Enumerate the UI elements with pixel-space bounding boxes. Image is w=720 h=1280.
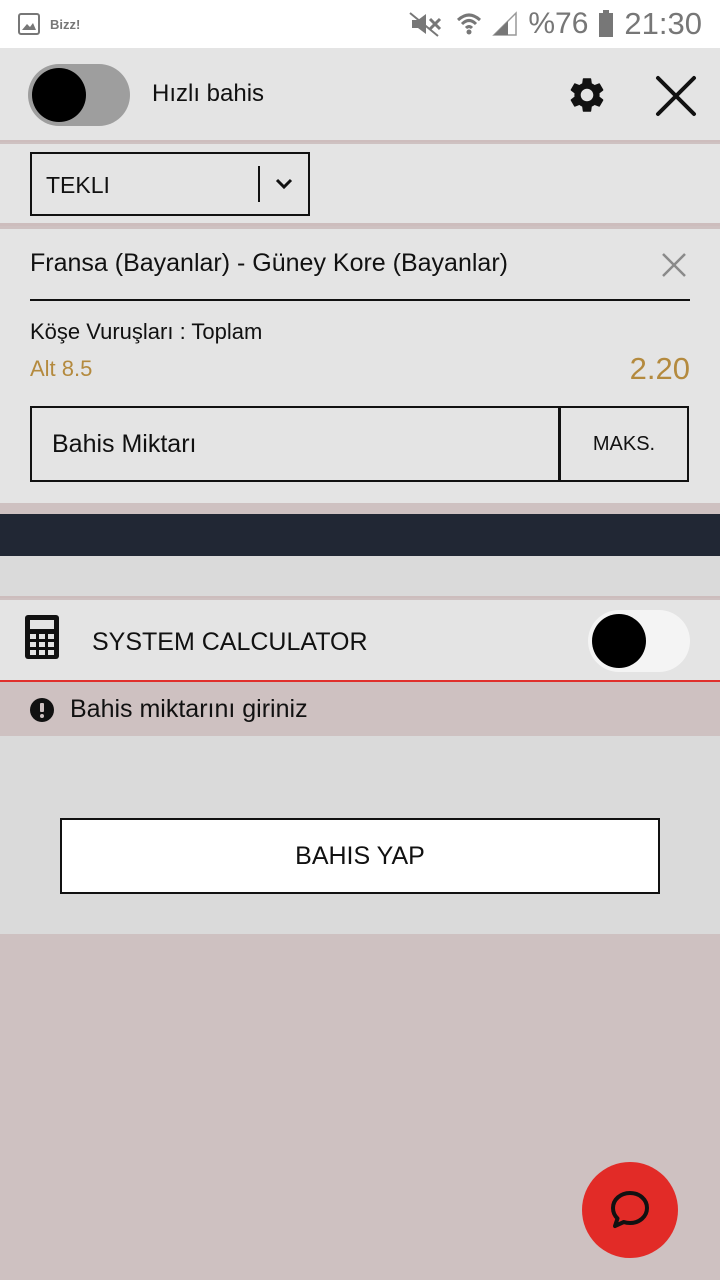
stake-input[interactable]	[30, 406, 560, 482]
place-bet-button[interactable]: BAHIS YAP	[60, 818, 660, 894]
system-calculator-label: SYSTEM CALCULATOR	[92, 628, 368, 656]
odds-value: 2.20	[629, 351, 690, 386]
bet-type-dropdown[interactable]: TEKLI	[30, 152, 310, 216]
status-right: %76 21:30	[408, 6, 702, 42]
status-left: Bizz!	[18, 13, 80, 35]
place-bet-area: BAHIS YAP	[0, 736, 720, 934]
status-app-name: Bizz!	[50, 16, 81, 32]
dropdown-separator	[258, 166, 260, 202]
wifi-icon	[457, 13, 482, 35]
quick-bet-toggle-knob	[32, 68, 86, 122]
market-name: Köşe Vuruşları : Toplam	[30, 319, 263, 344]
system-calculator-toggle[interactable]	[588, 610, 690, 672]
quick-bet-label: Hızlı bahis	[152, 80, 265, 107]
warning-text: Bahis miktarını giriniz	[70, 695, 308, 723]
bet-card: Fransa (Bayanlar) - Güney Kore (Bayanlar…	[0, 229, 720, 503]
match-title: Fransa (Bayanlar) - Güney Kore (Bayanlar…	[30, 249, 508, 277]
calculator-icon	[25, 615, 59, 659]
max-stake-button[interactable]: MAKS.	[559, 406, 689, 482]
system-calculator-row: SYSTEM CALCULATOR	[0, 600, 720, 682]
chat-button[interactable]	[582, 1162, 678, 1258]
dark-divider-bar	[0, 514, 720, 556]
signal-icon	[492, 11, 518, 36]
remove-selection-icon[interactable]	[660, 251, 688, 279]
selection-name: Alt 8.5	[30, 356, 93, 381]
chat-icon	[611, 1191, 649, 1228]
chevron-down-icon	[275, 178, 293, 190]
status-time: 21:30	[624, 6, 702, 41]
spacer	[0, 556, 720, 598]
bet-type-row: TEKLI	[0, 144, 720, 226]
close-icon[interactable]	[654, 74, 698, 118]
warning-row: Bahis miktarını giriniz	[0, 684, 720, 736]
card-divider	[30, 299, 690, 301]
betslip-header: Hızlı bahis	[0, 48, 720, 142]
mute-icon	[409, 12, 442, 37]
bet-type-value: TEKLI	[46, 172, 110, 198]
alert-icon	[30, 698, 54, 722]
gallery-icon	[18, 13, 40, 35]
battery-icon	[599, 10, 614, 37]
gear-icon[interactable]	[566, 74, 608, 116]
quick-bet-toggle[interactable]	[28, 64, 130, 126]
system-calculator-toggle-knob	[592, 614, 646, 668]
status-bar: Bizz! %76 21:30	[0, 0, 720, 48]
battery-level: %76	[528, 7, 589, 40]
